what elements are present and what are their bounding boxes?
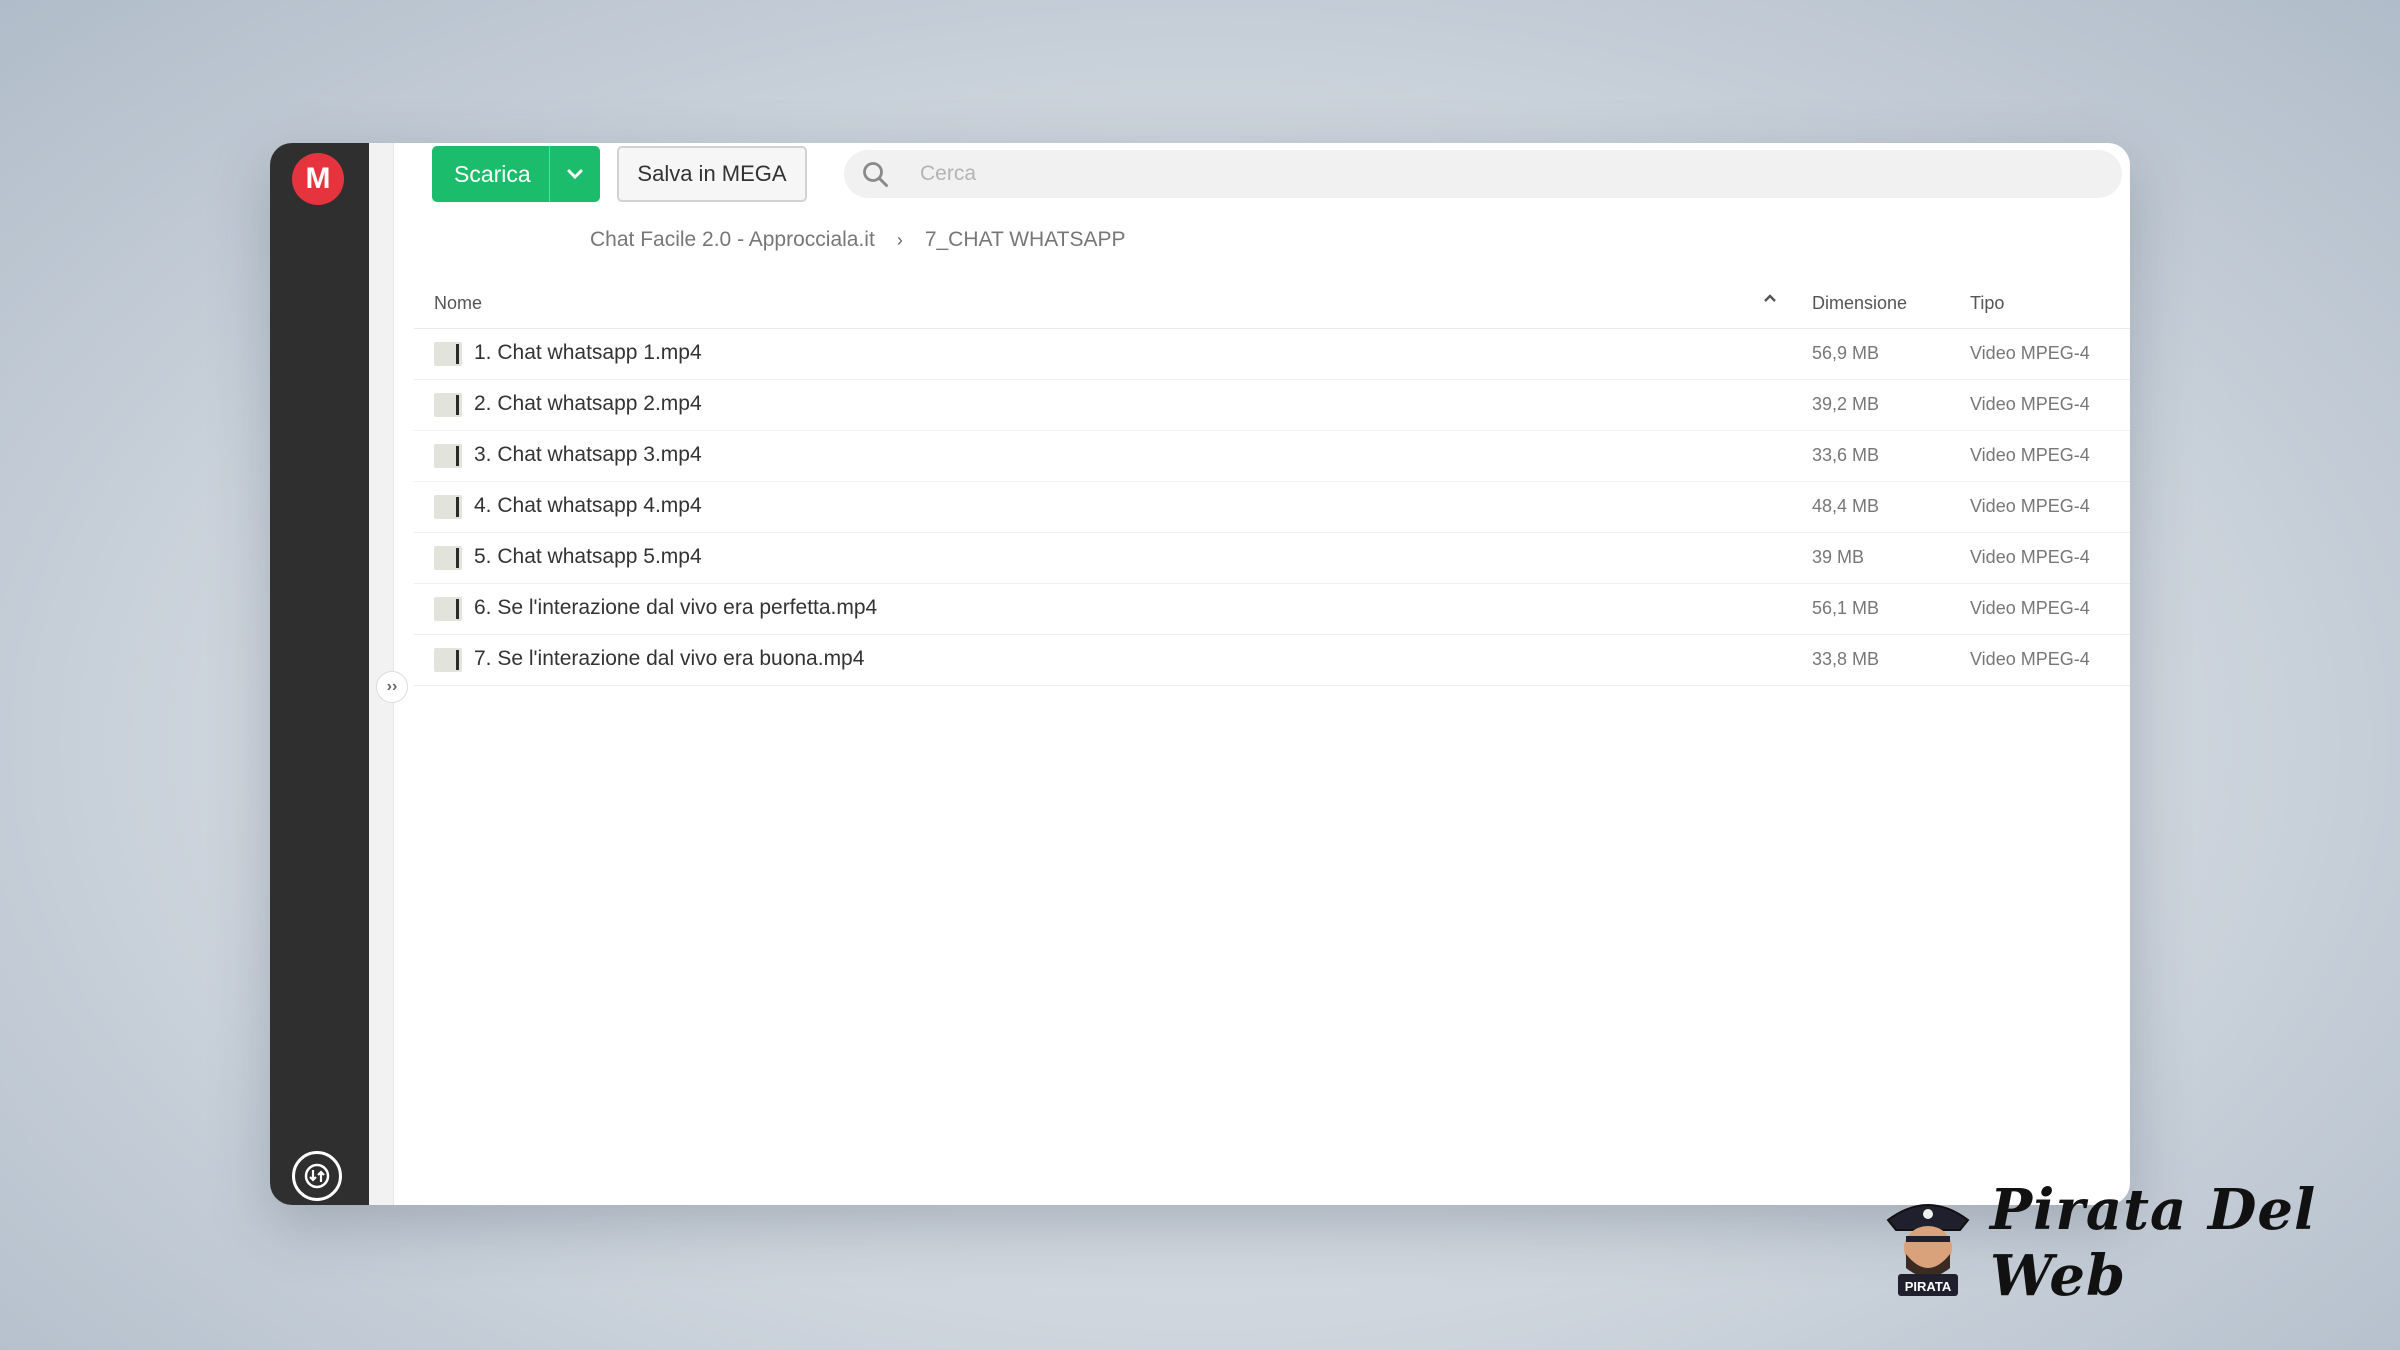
chevron-up-icon[interactable] — [1762, 288, 1778, 309]
column-header-name[interactable]: Nome — [434, 293, 482, 314]
transfer-icon[interactable] — [292, 1151, 342, 1201]
table-row[interactable]: 4. Chat whatsapp 4.mp4 48,4 MB Video MPE… — [414, 482, 2130, 533]
pirate-mascot-icon: PIRATA — [1880, 1186, 1976, 1300]
transfer-glyph-icon — [304, 1163, 330, 1189]
download-button-label: Scarica — [454, 160, 531, 187]
file-type: Video MPEG-4 — [1970, 445, 2090, 465]
file-size: 39,2 MB — [1812, 394, 1880, 414]
file-type: Video MPEG-4 — [1970, 547, 2090, 567]
column-header-type[interactable]: Tipo — [1970, 293, 2004, 314]
save-to-mega-button[interactable]: Salva in MEGA — [617, 146, 807, 202]
file-size: 39 MB — [1812, 547, 1865, 567]
mega-logo-icon[interactable]: M — [292, 153, 344, 205]
file-size: 48,4 MB — [1812, 496, 1880, 516]
file-name: 1. Chat whatsapp 1.mp4 — [474, 341, 702, 364]
file-name: 7. Se l'interazione dal vivo era buona.m… — [474, 647, 865, 670]
file-list-header: Nome Dimensione Tipo — [414, 278, 2130, 329]
download-button[interactable]: Scarica — [432, 146, 600, 202]
file-size: 33,8 MB — [1812, 649, 1880, 669]
file-name: 4. Chat whatsapp 4.mp4 — [474, 494, 702, 517]
video-thumbnail-icon — [434, 546, 462, 570]
table-row[interactable]: 6. Se l'interazione dal vivo era perfett… — [414, 584, 2130, 635]
file-name: 3. Chat whatsapp 3.mp4 — [474, 443, 702, 466]
table-row[interactable]: 3. Chat whatsapp 3.mp4 33,6 MB Video MPE… — [414, 431, 2130, 482]
breadcrumb-item-current[interactable]: 7_CHAT WHATSAPP — [925, 228, 1126, 252]
video-thumbnail-icon — [434, 495, 462, 519]
search-icon — [844, 159, 906, 189]
file-size: 33,6 MB — [1812, 445, 1880, 465]
file-name: 6. Se l'interazione dal vivo era perfett… — [474, 596, 878, 619]
table-row[interactable]: 7. Se l'interazione dal vivo era buona.m… — [414, 635, 2130, 686]
video-thumbnail-icon — [434, 648, 462, 672]
file-type: Video MPEG-4 — [1970, 649, 2090, 669]
file-name: 5. Chat whatsapp 5.mp4 — [474, 545, 702, 568]
chevron-down-icon — [567, 169, 583, 180]
file-type: Video MPEG-4 — [1970, 598, 2090, 618]
file-size: 56,9 MB — [1812, 343, 1880, 363]
mega-logo-letter: M — [305, 162, 331, 195]
chevron-right-icon: › — [896, 229, 903, 250]
video-thumbnail-icon — [434, 444, 462, 468]
video-thumbnail-icon — [434, 393, 462, 417]
file-size: 56,1 MB — [1812, 598, 1880, 618]
table-row[interactable]: 2. Chat whatsapp 2.mp4 39,2 MB Video MPE… — [414, 380, 2130, 431]
brand-name: Pirata Del Web — [1990, 1177, 2317, 1309]
file-type: Video MPEG-4 — [1970, 496, 2090, 516]
file-type: Video MPEG-4 — [1970, 343, 2090, 363]
brand-badge: PIRATA — [1905, 1279, 1952, 1294]
file-list: Nome Dimensione Tipo 1. Chat whatsapp 1.… — [394, 278, 2130, 1205]
brand-logo: PIRATA Pirata Del Web — [1880, 1177, 2400, 1309]
download-dropdown-toggle[interactable] — [549, 146, 600, 202]
search-input[interactable] — [918, 161, 2022, 187]
toolbar: Scarica Salva in MEGA — [432, 146, 2122, 202]
video-thumbnail-icon — [434, 597, 462, 621]
file-browser-window: M ›› Scarica Salva in MEGA Cerca Chat Fa… — [270, 143, 2130, 1205]
file-name: 2. Chat whatsapp 2.mp4 — [474, 392, 702, 415]
table-row[interactable]: 5. Chat whatsapp 5.mp4 39 MB Video MPEG-… — [414, 533, 2130, 584]
column-header-size[interactable]: Dimensione — [1812, 293, 1907, 314]
video-thumbnail-icon — [434, 342, 462, 366]
table-row[interactable]: 1. Chat whatsapp 1.mp4 56,9 MB Video MPE… — [414, 329, 2130, 380]
breadcrumb-item-root[interactable]: Chat Facile 2.0 - Approcciala.it — [590, 228, 875, 252]
sidebar: M — [270, 143, 369, 1205]
breadcrumb: Chat Facile 2.0 - Approcciala.it › 7_CHA… — [590, 223, 1126, 257]
file-type: Video MPEG-4 — [1970, 394, 2090, 414]
search-bar — [844, 150, 2122, 198]
